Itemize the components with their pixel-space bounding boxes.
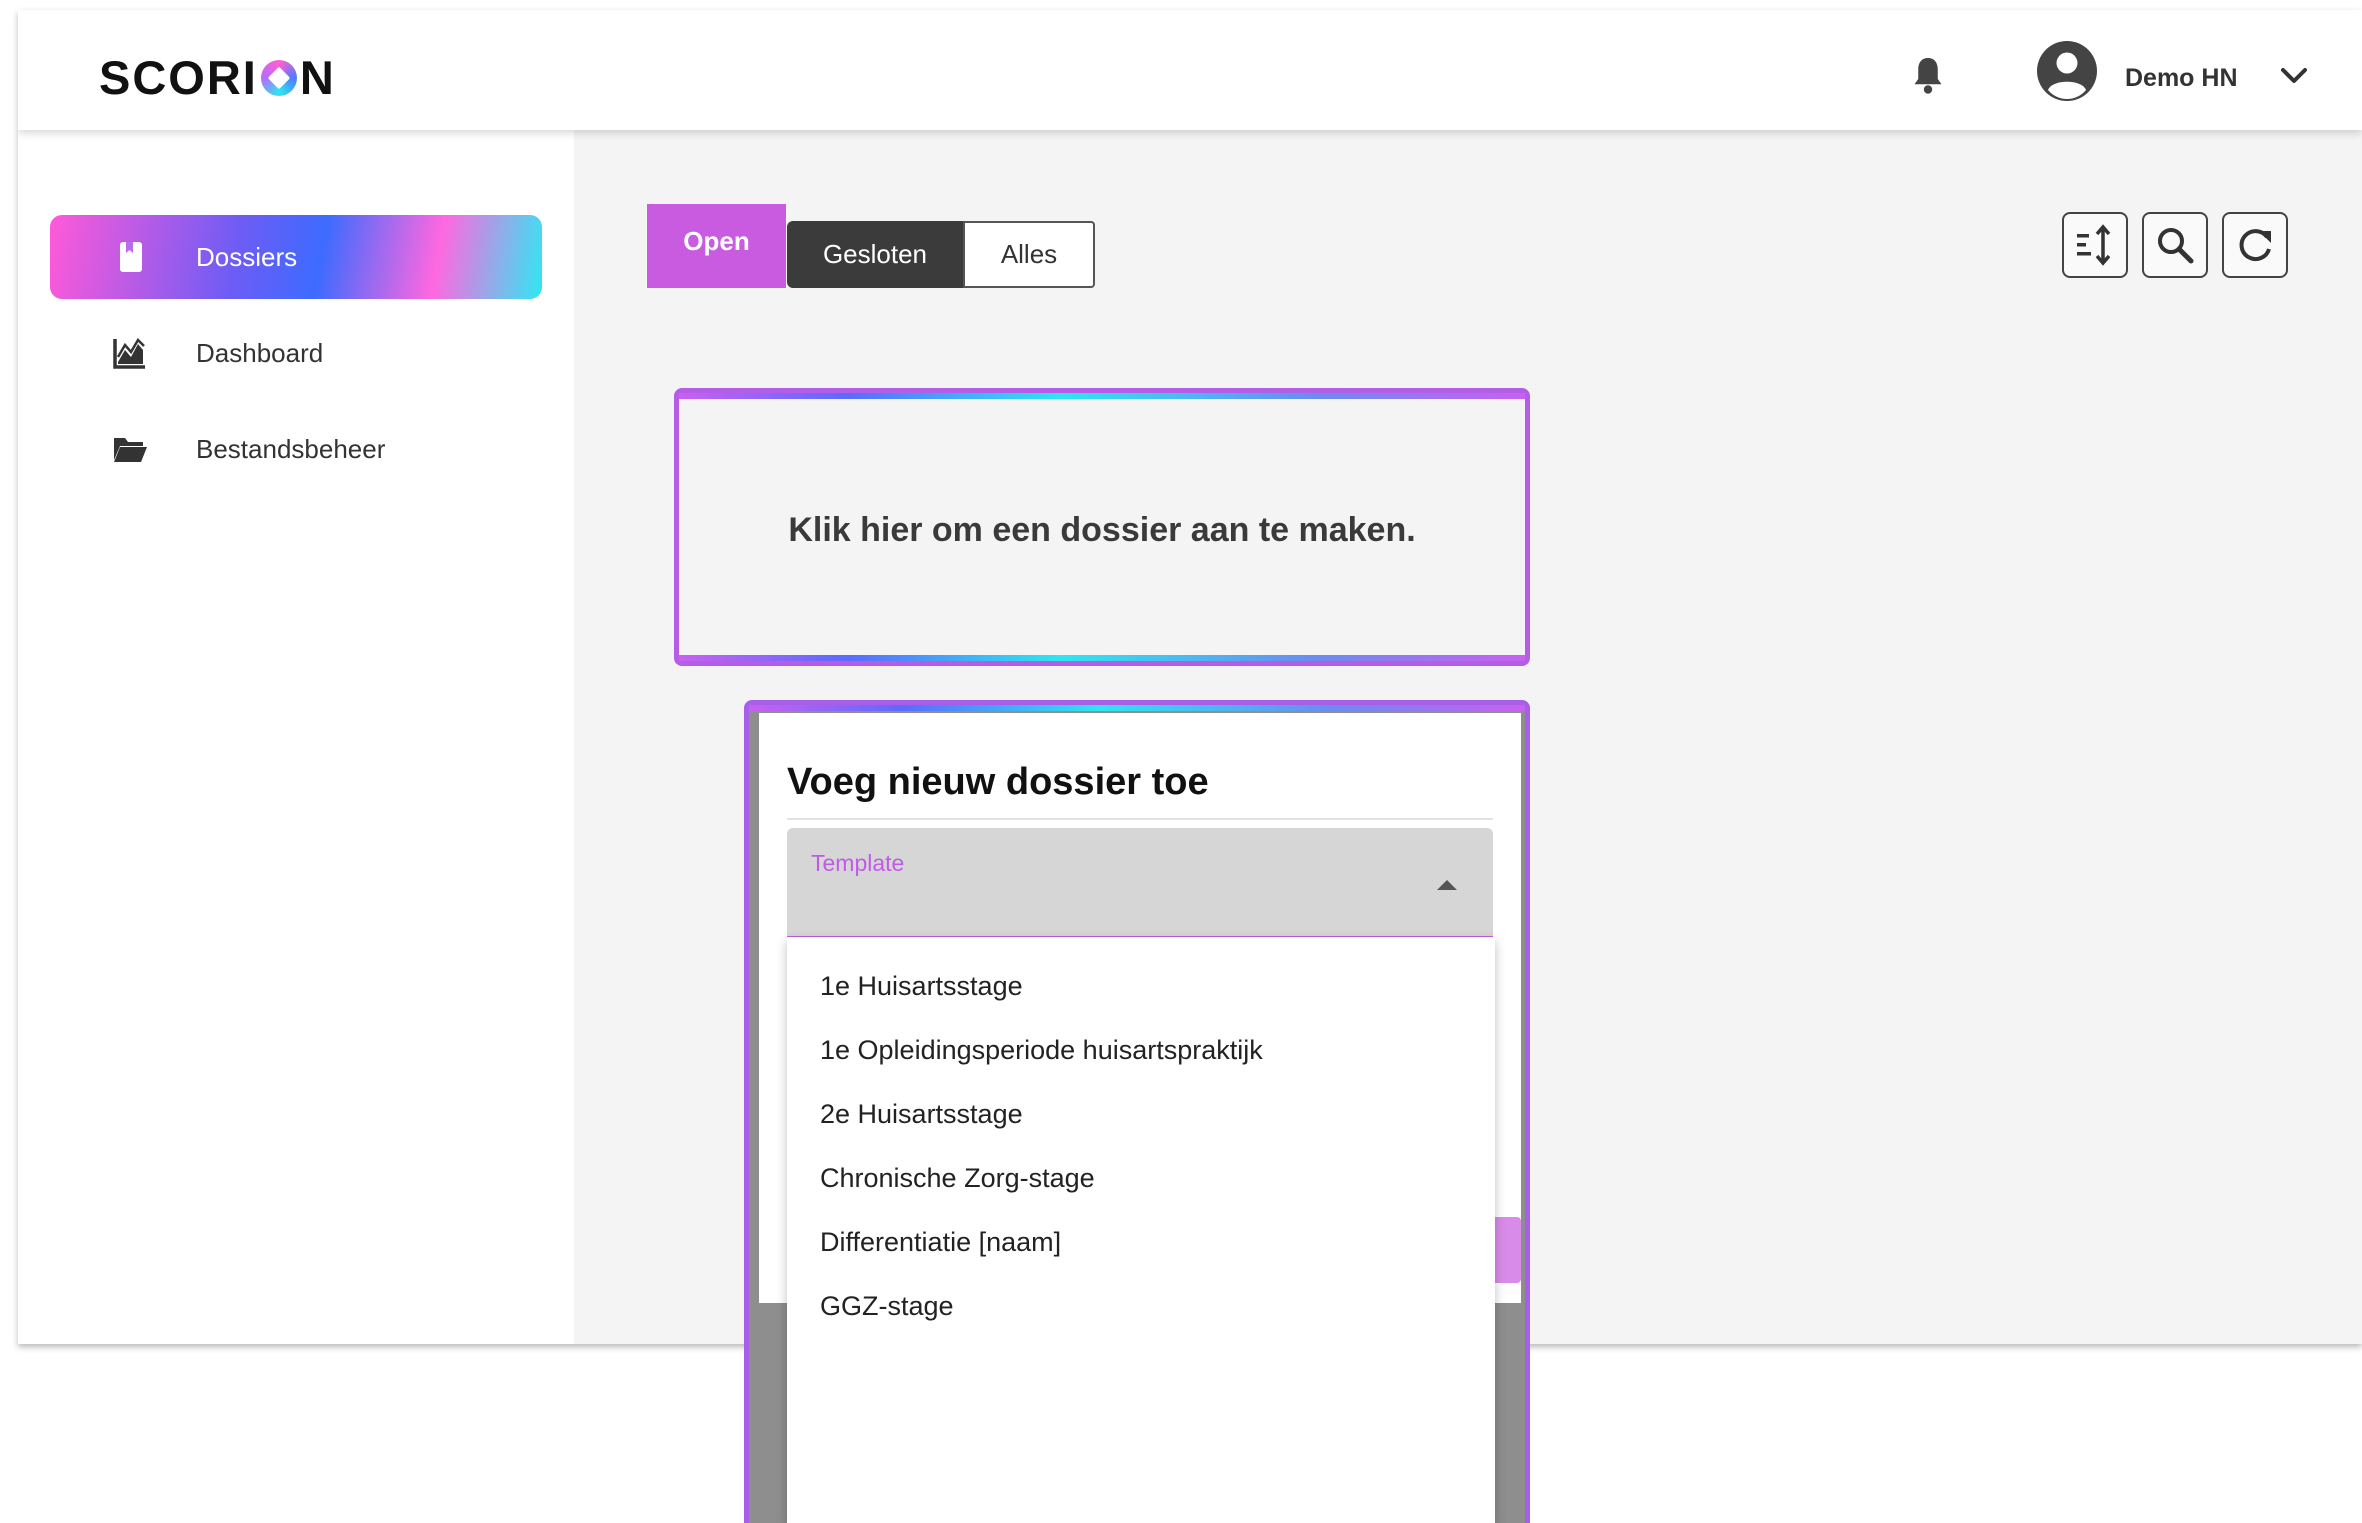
sidebar-item-dashboard[interactable]: Dashboard (50, 311, 542, 395)
sort-button[interactable] (2062, 212, 2128, 278)
tab-gesloten[interactable]: Gesloten (787, 221, 963, 288)
search-icon (2158, 228, 2194, 264)
template-label: Template (811, 850, 905, 876)
dropdown-option[interactable]: 1e Huisartsstage (820, 971, 1023, 1002)
sidebar-item-label: Dossiers (196, 241, 298, 272)
caret-up-icon[interactable] (1437, 880, 1457, 890)
create-dossier-text: Klik hier om een dossier aan te maken. (788, 511, 1416, 549)
dropdown-option[interactable]: 2e Huisartsstage (820, 1099, 1023, 1130)
refresh-button[interactable] (2222, 212, 2288, 278)
scorion-logo[interactable]: SCORI N (99, 52, 336, 104)
modal-action-button[interactable] (1493, 1217, 1521, 1283)
create-dossier-card[interactable]: Klik hier om een dossier aan te maken. (674, 388, 1530, 666)
sidebar-item-dossiers[interactable]: Dossiers (50, 215, 542, 299)
sidebar-item-label: Dashboard (196, 337, 324, 368)
folder-icon (114, 438, 147, 462)
top-bar: SCORI N Demo HN (18, 10, 2362, 130)
bookmark-icon (120, 242, 142, 272)
chevron-down-icon[interactable] (2280, 66, 2308, 86)
sidebar-item-label: Bestandsbeheer (196, 433, 386, 464)
logo-o-icon (260, 60, 297, 96)
modal-title: Voeg nieuw dossier toe (787, 761, 1209, 803)
refresh-icon (2239, 229, 2271, 262)
bell-icon[interactable] (1910, 54, 1946, 98)
dropdown-option[interactable]: Chronische Zorg-stage (820, 1163, 1095, 1194)
dropdown-option[interactable]: 1e Opleidingsperiode huisartspraktijk (820, 1035, 1263, 1066)
modal-divider (787, 818, 1493, 820)
sort-icon (2077, 224, 2111, 266)
dropdown-option[interactable]: Differentiatie [naam] (820, 1227, 1061, 1258)
tab-open[interactable]: Open (647, 204, 786, 288)
template-dropdown-list: 1e Huisartsstage 1e Opleidingsperiode hu… (787, 937, 1495, 1523)
logo-text-end: N (299, 51, 336, 104)
sidebar: Dossiers Dashboard Bestandsbeheer (18, 130, 574, 1344)
tab-alles[interactable]: Alles (963, 221, 1095, 288)
user-name[interactable]: Demo HN (2125, 64, 2238, 93)
dropdown-option[interactable]: GGZ-stage (820, 1291, 954, 1322)
avatar-icon[interactable] (2036, 40, 2098, 102)
sidebar-item-bestandsbeheer[interactable]: Bestandsbeheer (50, 407, 542, 491)
logo-text-start: SCORI (99, 51, 258, 104)
template-select[interactable]: Template (787, 828, 1493, 939)
search-button[interactable] (2142, 212, 2208, 278)
chart-icon (113, 337, 145, 369)
